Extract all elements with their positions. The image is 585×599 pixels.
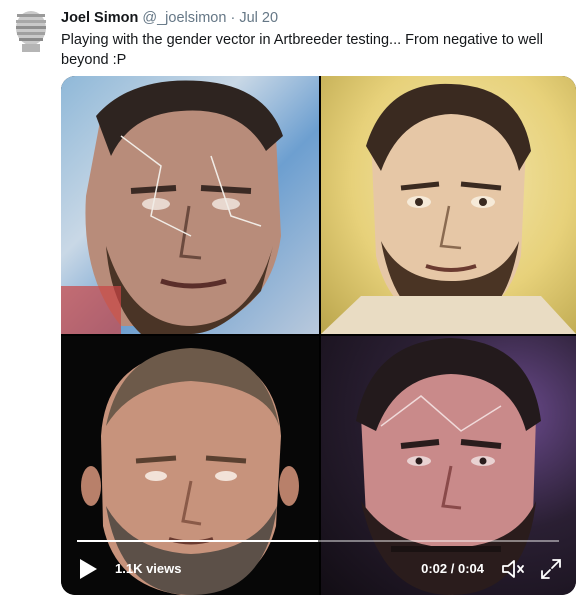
volume-icon[interactable]: [500, 557, 526, 581]
video-progress-fill: [77, 540, 318, 542]
tweet-text: Playing with the gender vector in Artbre…: [61, 32, 543, 68]
fullscreen-icon[interactable]: [538, 556, 564, 582]
author-name[interactable]: Joel Simon: [61, 10, 138, 26]
avatar[interactable]: [10, 8, 51, 54]
author-handle[interactable]: @_joelsimon: [142, 10, 226, 26]
video-player[interactable]: 1.1K views 0:02 / 0:04: [61, 76, 576, 595]
video-progress-bar[interactable]: [77, 540, 559, 542]
video-frame-top-left: [61, 76, 319, 334]
view-count: 1.1K views: [115, 561, 182, 576]
play-icon[interactable]: [77, 557, 99, 581]
video-frame-top-right: [321, 76, 576, 334]
separator-dot: ·: [230, 10, 236, 26]
video-controls: 1.1K views 0:02 / 0:04: [61, 549, 576, 595]
tweet-date[interactable]: Jul 20: [239, 10, 278, 26]
video-time: 0:02 / 0:04: [421, 561, 484, 576]
tweet-header: Joel Simon @_joelsimon · Jul 20: [61, 9, 571, 27]
